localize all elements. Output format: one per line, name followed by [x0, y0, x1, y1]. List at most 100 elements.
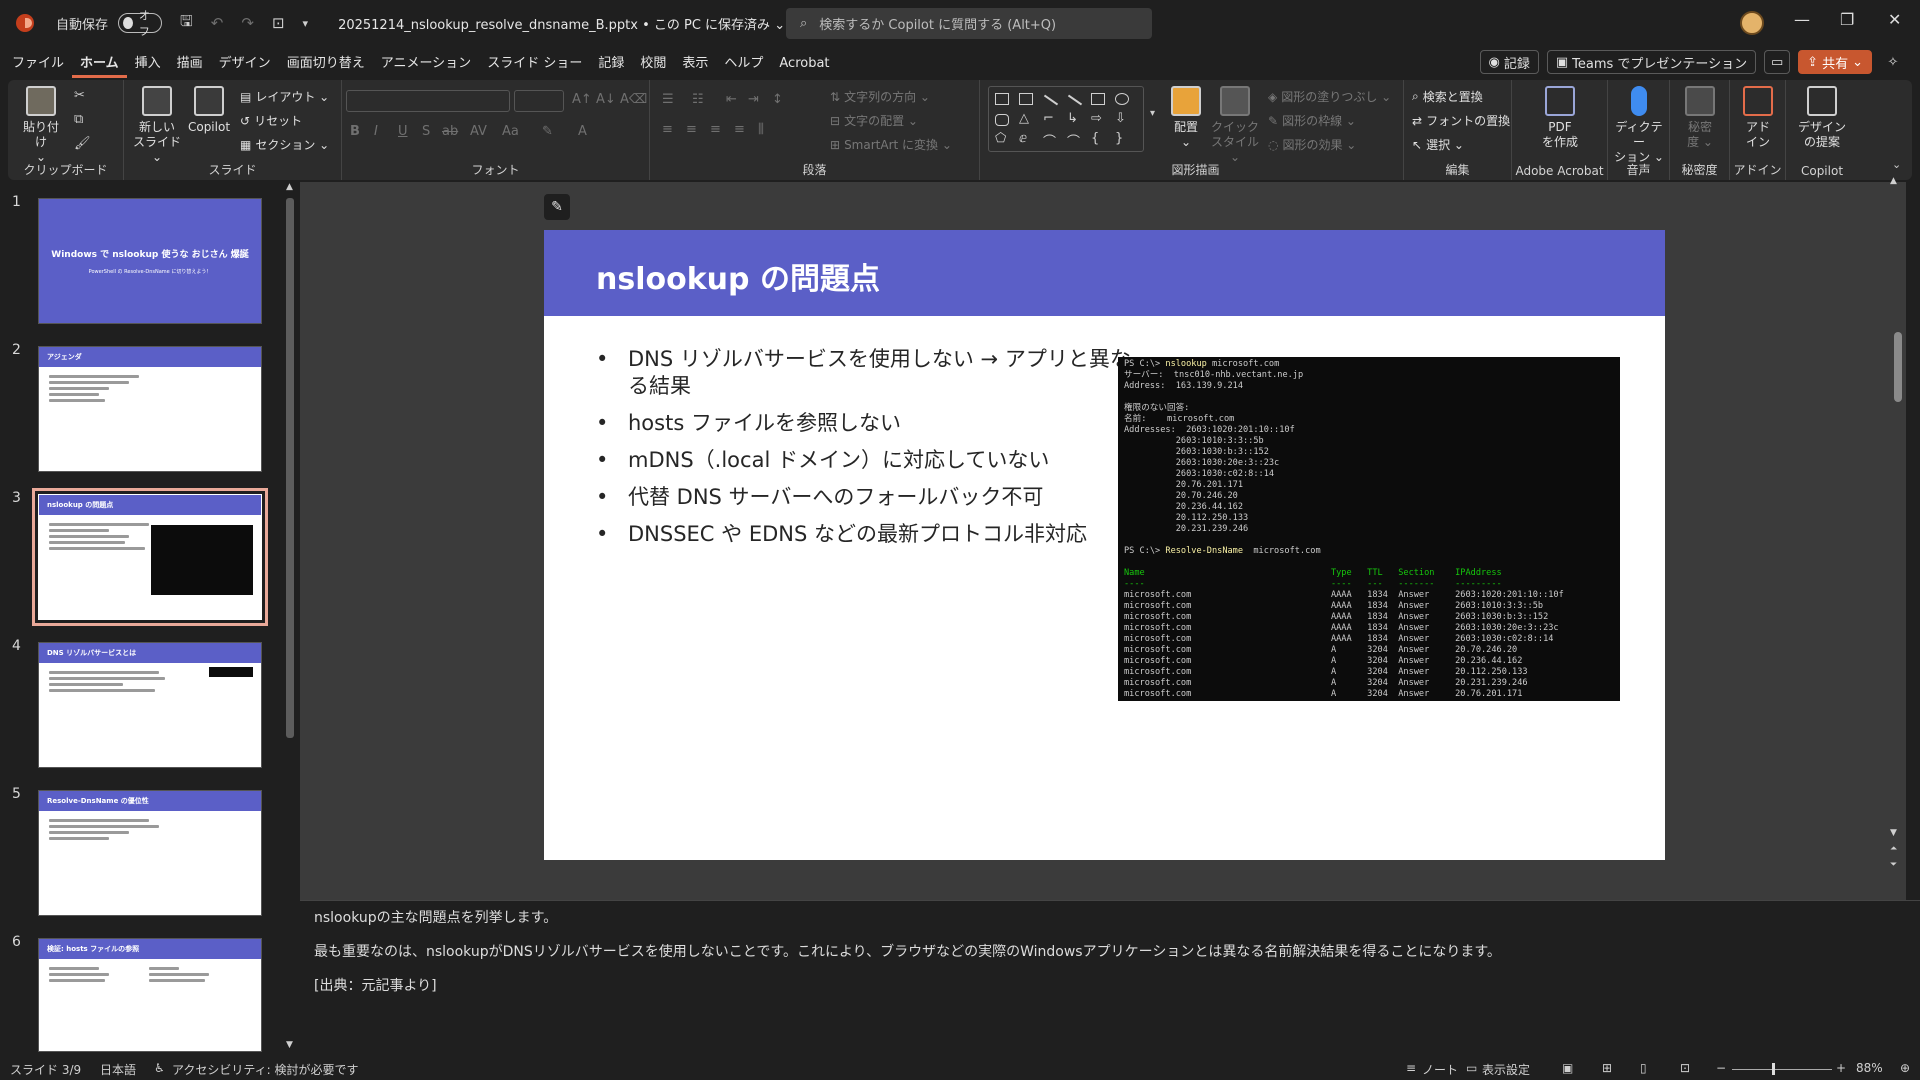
redo-icon[interactable]: ↷ — [241, 14, 254, 32]
tab-home[interactable]: ホーム — [72, 50, 127, 78]
change-case-icon[interactable]: Aa — [502, 124, 519, 139]
cut-icon[interactable]: ✂ — [74, 88, 85, 103]
document-title[interactable]: 20251214_nslookup_resolve_dnsname_B.pptx… — [338, 14, 785, 33]
addins-button[interactable]: アド イン — [1738, 86, 1778, 150]
terminal-screenshot[interactable]: PS C:\> nslookup microsoft.com サーバー: tns… — [1118, 357, 1620, 701]
highlight-icon[interactable]: ✎ — [542, 124, 553, 139]
tab-record[interactable]: 記録 — [590, 50, 632, 78]
zoom-out-icon[interactable]: − — [1716, 1061, 1726, 1075]
notes-button[interactable]: ノート — [1422, 1061, 1458, 1078]
align-text-button[interactable]: ⊟ 文字の配置 ⌄ — [830, 112, 918, 129]
bullet-list[interactable]: DNS リゾルバサービスを使用しない → アプリと異なる結果 hosts ファイ… — [596, 346, 1136, 558]
avatar[interactable] — [1740, 11, 1764, 35]
grow-font-icon[interactable]: A↑ — [572, 92, 592, 107]
underline-icon[interactable]: U — [398, 124, 408, 139]
shape-fill-button[interactable]: ◈ 図形の塗りつぶし ⌄ — [1268, 88, 1391, 105]
arrow-line-shape-icon[interactable] — [1067, 94, 1083, 106]
zoom-slider[interactable] — [1732, 1069, 1832, 1070]
comments-button[interactable]: ▭ — [1764, 50, 1791, 74]
slideshow-view-icon[interactable]: ⊡ — [1680, 1061, 1690, 1075]
right-arrow-shape-icon[interactable]: ⇨ — [1091, 111, 1102, 126]
elbow-connector-icon[interactable]: ⌐ — [1043, 111, 1054, 126]
start-slideshow-icon[interactable]: ⊡ — [272, 14, 285, 32]
current-slide[interactable]: nslookup の問題点 DNS リゾルバサービスを使用しない → アプリと異… — [544, 230, 1665, 860]
sensitivity-button[interactable]: 秘密 度 ⌄ — [1680, 86, 1720, 150]
tab-transitions[interactable]: 画面切り替え — [279, 50, 373, 78]
rounded-rect-shape-icon[interactable] — [995, 114, 1009, 126]
zoom-level[interactable]: 88% — [1856, 1061, 1883, 1075]
save-icon[interactable]: 🖫 — [180, 11, 193, 36]
normal-view-icon[interactable]: ▣ — [1562, 1061, 1573, 1075]
copilot-chat-button[interactable]: ✧ — [1880, 50, 1906, 74]
quick-styles-button[interactable]: クイック スタイル ⌄ — [1210, 86, 1260, 165]
slide-thumbnail-6[interactable]: 検証: hosts ファイルの参照 — [38, 938, 262, 1052]
align-right-icon[interactable]: ≡ — [710, 122, 721, 137]
copilot-button[interactable]: Copilot — [186, 86, 232, 135]
select-button[interactable]: ↖ 選択 ⌄ — [1412, 136, 1464, 153]
fit-to-window-icon[interactable]: ⊕ — [1900, 1061, 1910, 1075]
designer-button[interactable]: デザイン の提案 — [1796, 86, 1848, 150]
freeform-shape-icon[interactable]: ⅇ — [1019, 131, 1027, 146]
triangle-shape-icon[interactable]: △ — [1019, 111, 1029, 126]
notes-icon[interactable]: ≡ — [1406, 1061, 1416, 1075]
slide-thumbnail-3[interactable]: nslookup の問題点 — [32, 488, 268, 626]
restore-icon[interactable]: ❐ — [1840, 10, 1854, 29]
collapse-ribbon-icon[interactable]: ⌄ — [1892, 158, 1901, 171]
numbering-icon[interactable]: ☷ — [692, 92, 704, 107]
oval-shape-icon[interactable] — [1115, 93, 1129, 105]
scroll-up-icon[interactable]: ▲ — [1890, 176, 1897, 186]
decrease-indent-icon[interactable]: ⇤ — [726, 92, 737, 107]
text-direction-button[interactable]: ⇅ 文字列の方向 ⌄ — [830, 88, 930, 105]
share-button[interactable]: ⇪ 共有 ⌄ — [1798, 50, 1872, 74]
tab-slideshow[interactable]: スライド ショー — [479, 50, 590, 78]
scroll-up-icon[interactable]: ▲ — [286, 182, 293, 192]
vertical-textbox-shape-icon[interactable] — [1019, 93, 1033, 105]
justify-icon[interactable]: ≡ — [734, 122, 745, 137]
customize-qat-icon[interactable]: ▾ — [303, 17, 309, 30]
rectangle-shape-icon[interactable] — [1091, 93, 1105, 105]
copy-icon[interactable]: ⧉ — [74, 112, 83, 127]
designer-quick-icon[interactable]: ✎ — [544, 194, 570, 220]
elbow-arrow-icon[interactable]: ↳ — [1067, 111, 1078, 126]
slide-thumbnail-1[interactable]: Windows で nslookup 使うな おじさん 爆誕 PowerShel… — [38, 198, 262, 324]
align-center-icon[interactable]: ≡ — [686, 122, 697, 137]
tab-file[interactable]: ファイル — [4, 50, 72, 78]
align-left-icon[interactable]: ≡ — [662, 122, 673, 137]
dictate-button[interactable]: ディクテー ション ⌄ — [1612, 86, 1666, 165]
accessibility-status[interactable]: アクセシビリティ: 検討が必要です — [172, 1061, 359, 1078]
create-pdf-button[interactable]: PDF を作成 — [1536, 86, 1584, 150]
new-slide-button[interactable]: 新しい スライド ⌄ — [132, 86, 182, 165]
arc-shape-icon[interactable]: ⌒ — [1067, 131, 1080, 150]
tab-insert[interactable]: 挿入 — [127, 50, 169, 78]
char-spacing-icon[interactable]: AV — [470, 124, 487, 139]
slide-title[interactable]: nslookup の問題点 — [596, 254, 880, 298]
line-shape-icon[interactable] — [1043, 94, 1059, 106]
search-box[interactable]: ⌕ 検索するか Copilot に質問する (Alt+Q) — [786, 8, 1152, 39]
slide-sorter-icon[interactable]: ⊞ — [1602, 1061, 1612, 1075]
font-name-field[interactable] — [346, 90, 510, 112]
minimize-icon[interactable]: — — [1794, 10, 1810, 29]
display-settings-button[interactable]: 表示設定 — [1482, 1061, 1530, 1078]
textbox-shape-icon[interactable] — [995, 93, 1009, 105]
previous-slide-icon[interactable]: ⏶ — [1890, 844, 1897, 854]
arrange-button[interactable]: 配置 ⌄ — [1166, 86, 1206, 150]
increase-indent-icon[interactable]: ⇥ — [748, 92, 759, 107]
bold-icon[interactable]: B — [350, 124, 360, 139]
bullets-icon[interactable]: ☰ — [662, 92, 674, 107]
replace-font-button[interactable]: ⇄ フォントの置換 — [1412, 112, 1510, 129]
smartart-button[interactable]: ⊞ SmartArt に変換 ⌄ — [830, 136, 952, 153]
language-indicator[interactable]: 日本語 — [100, 1061, 136, 1078]
speaker-notes[interactable]: nslookupの主な問題点を列挙します。 最も重要なのは、nslookupがD… — [300, 900, 1920, 1058]
tab-help[interactable]: ヘルプ — [716, 50, 771, 78]
teams-present-button[interactable]: ▣ Teams でプレゼンテーション — [1546, 50, 1757, 74]
slide-thumbnail-2[interactable]: アジェンダ — [38, 346, 262, 472]
right-brace-shape-icon[interactable]: } — [1115, 131, 1123, 146]
scroll-down-icon[interactable]: ▼ — [1890, 828, 1897, 838]
more-shapes-icon[interactable]: ▾ — [1150, 108, 1155, 119]
columns-icon[interactable]: ⫼ — [758, 122, 764, 137]
layout-button[interactable]: ▤ レイアウト ⌄ — [240, 88, 329, 105]
zoom-slider-thumb[interactable] — [1772, 1063, 1775, 1075]
record-button[interactable]: ◉ 記録 — [1479, 50, 1539, 74]
autosave-toggle[interactable]: オフ — [118, 9, 163, 38]
tab-draw[interactable]: 描画 — [169, 50, 211, 78]
